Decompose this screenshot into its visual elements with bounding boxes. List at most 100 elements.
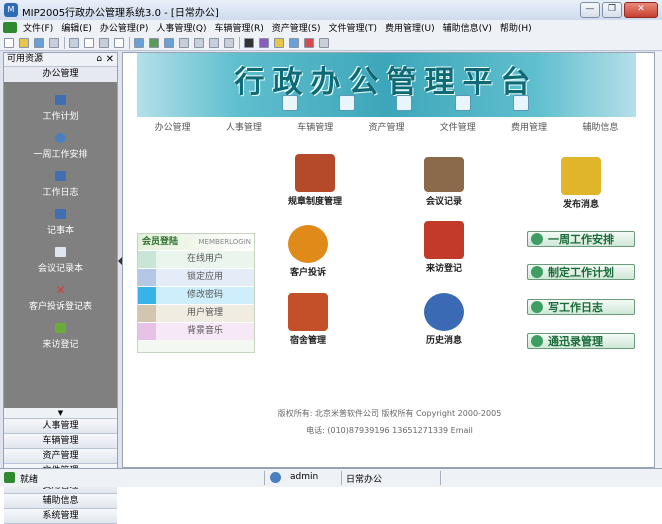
hand-pointer-icon [455,95,471,111]
feature-publish-message[interactable]: 发布消息 [541,157,621,210]
menu-vehicle[interactable]: 车辆管理(R) [210,21,267,34]
member-lock-app[interactable]: 锁定应用 [138,268,254,286]
status-user: admin [290,472,319,482]
person-icon [55,133,66,143]
menu-help[interactable]: 帮助(H) [496,21,536,34]
grid-icon[interactable] [179,37,189,48]
nav-expense[interactable]: 费用管理 [511,120,547,134]
address-book-icon [531,335,543,347]
group-tab-vehicle[interactable]: 车辆管理 [4,434,117,449]
current-group-office[interactable]: 办公管理 [4,67,117,83]
cut-icon[interactable] [69,37,79,48]
color-swatch [138,287,156,304]
menu-assets[interactable]: 资产管理(S) [268,21,325,34]
nav-assets[interactable]: 资产管理 [368,120,404,134]
menu-file[interactable]: 文件(F) [19,21,57,34]
group-tab-hr[interactable]: 人事管理 [4,419,117,434]
main-content: 行政办公管理平台 办公管理 人事管理 车辆管理 资产管理 文件管理 费用管理 辅… [122,52,655,468]
sidebar-item-work-log[interactable]: 工作日志 [4,171,117,209]
calendar-icon [55,95,66,105]
users-icon[interactable] [259,37,269,48]
bookshelf-icon [295,154,335,192]
open-icon[interactable] [19,37,29,48]
write-work-log-button[interactable]: 写工作日志 [527,299,635,315]
filter-icon[interactable] [224,37,234,48]
window-title: MIP2005行政办公管理系统3.0 - [日常办公] [22,8,219,19]
feature-customer-complaint[interactable]: 客户投诉 [268,225,348,278]
feature-dormitory-management[interactable]: 宿舍管理 [268,293,348,346]
make-work-plan-button[interactable]: 制定工作计划 [527,264,635,280]
more-arrow-icon[interactable]: ▼ [4,408,117,419]
nav-files[interactable]: 文件管理 [440,120,476,134]
resource-panel: 可用资源 ⌂ ✕ 办公管理 工作计划 一周工作安排 工作日志 记事本 会议记录本… [3,52,118,524]
member-background-music[interactable]: 背景音乐 [138,322,254,340]
copy-icon[interactable] [84,37,94,48]
dormitory-icon [288,293,328,331]
sidebar-item-notebook[interactable]: 记事本 [4,209,117,247]
tool-icon[interactable] [194,37,204,48]
settings-icon[interactable] [209,37,219,48]
notepad-icon [561,157,601,195]
sidebar-item-work-plan[interactable]: 工作计划 [4,95,117,133]
menu-files[interactable]: 文件管理(T) [325,21,382,34]
group-tab-assets[interactable]: 资产管理 [4,449,117,464]
member-online-users[interactable]: 在线用户 [138,250,254,268]
pin-icon[interactable]: ⌂ [96,53,102,66]
color-swatch [138,251,156,268]
undo-icon[interactable] [114,37,124,48]
member-change-password[interactable]: 修改密码 [138,286,254,304]
hand-pointer-icon [396,95,412,111]
hand-pointer-icon [339,95,355,111]
paste-icon[interactable] [99,37,109,48]
list-icon[interactable] [164,37,174,48]
gavel-icon [288,225,328,263]
restore-button[interactable]: ❐ [602,2,622,18]
plan-icon [531,266,543,278]
menu-bar: 文件(F) 编辑(E) 办公管理(P) 人事管理(Q) 车辆管理(R) 资产管理… [0,20,662,35]
mail-icon[interactable] [274,37,284,48]
print-icon[interactable] [49,37,59,48]
status-bar: 就绪 admin 日常办公 [0,468,662,487]
menu-edit[interactable]: 编辑(E) [57,21,96,34]
new-icon[interactable] [4,37,14,48]
nav-office[interactable]: 办公管理 [155,120,191,134]
menu-hr[interactable]: 人事管理(Q) [152,21,210,34]
menu-app-icon[interactable] [3,22,17,33]
nav-aux[interactable]: 辅助信息 [582,120,618,134]
report-icon[interactable] [149,37,159,48]
sidebar-item-weekly-schedule[interactable]: 一周工作安排 [4,133,117,171]
nav-hr[interactable]: 人事管理 [226,120,262,134]
member-login-box: 会员登陆 MEMBERLOGIN 在线用户 锁定应用 修改密码 用户管理 背景音… [137,233,255,353]
member-user-management[interactable]: 用户管理 [138,304,254,322]
feature-history-messages[interactable]: 历史消息 [404,293,484,346]
clock-icon [531,233,543,245]
weekly-schedule-button[interactable]: 一周工作安排 [527,231,635,247]
vertical-scrollbar[interactable] [655,52,662,468]
menu-expense[interactable]: 费用管理(U) [381,21,439,34]
member-login-title: 会员登陆 [142,237,179,247]
feature-meeting-records[interactable]: 会议记录 [404,157,484,207]
address-book-button[interactable]: 通迅录管理 [527,333,635,349]
calculator-icon[interactable] [319,37,329,48]
resource-panel-header: 可用资源 ⌂ ✕ [4,53,117,67]
group-tab-system[interactable]: 系统管理 [4,509,117,524]
feature-rules-management[interactable]: 规章制度管理 [275,154,355,207]
nav-vehicle[interactable]: 车辆管理 [297,120,333,134]
document-icon [55,171,66,181]
feature-visitor-register[interactable]: 来访登记 [404,221,484,274]
calendar-icon[interactable] [289,37,299,48]
sidebar-item-meeting-notes[interactable]: 会议记录本 [4,247,117,285]
save-icon[interactable] [34,37,44,48]
toolbar-separator [239,36,240,49]
menu-office[interactable]: 办公管理(P) [96,21,152,34]
form-icon[interactable] [134,37,144,48]
sidebar-item-complaint-register[interactable]: ✕ 客户投诉登记表 [4,284,117,323]
group-tab-aux[interactable]: 辅助信息 [4,494,117,509]
minimize-button[interactable]: — [580,2,600,18]
chart-icon[interactable] [304,37,314,48]
sidebar-item-visitor-register[interactable]: 来访登记 [4,323,117,361]
menu-aux[interactable]: 辅助信息(V) [439,21,496,34]
contacts-icon[interactable] [244,37,254,48]
close-button[interactable]: ✕ [624,2,658,18]
close-icon[interactable]: ✕ [106,53,114,66]
